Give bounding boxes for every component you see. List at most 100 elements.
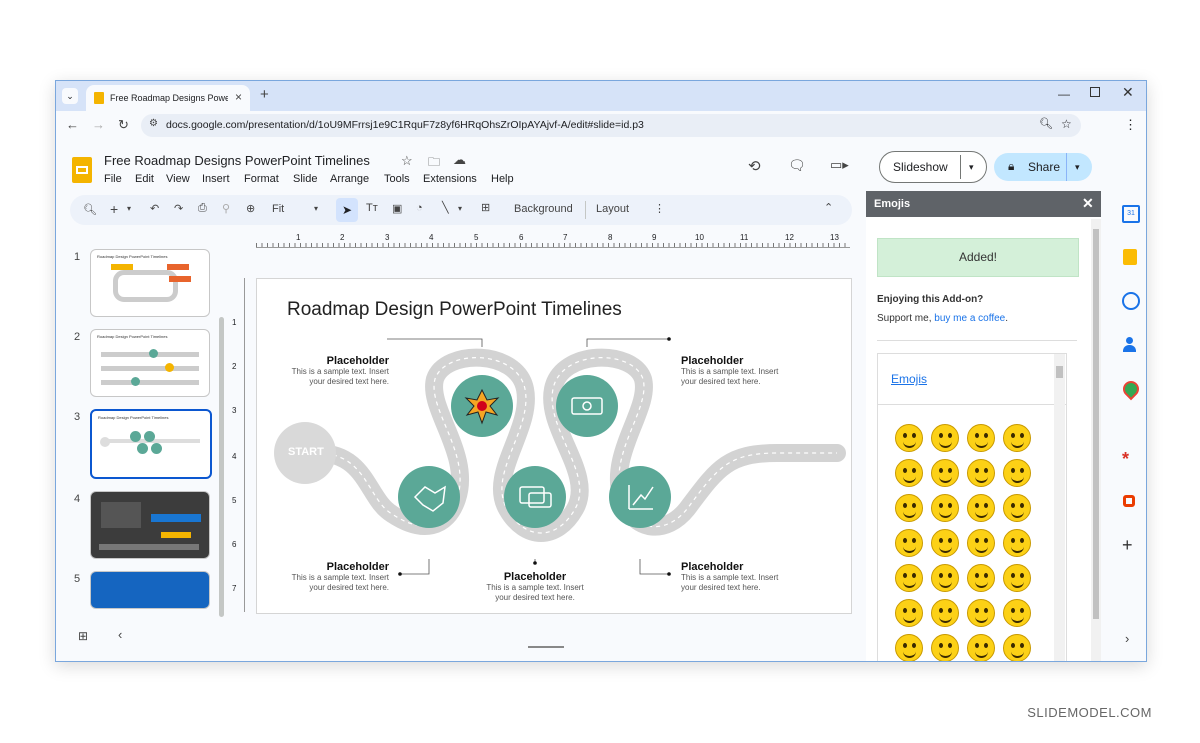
emoji-squinting-tongue-icon[interactable]	[1003, 599, 1031, 627]
placeholder-top-right[interactable]: Placeholder This is a sample text. Inser…	[681, 355, 787, 387]
close-tab-icon[interactable]: ×	[235, 90, 242, 104]
placeholder-bottom-right[interactable]: Placeholder This is a sample text. Inser…	[681, 561, 787, 593]
add-comment-icon[interactable]: ⊞	[481, 201, 490, 214]
comments-icon[interactable]: 🗨	[788, 157, 806, 174]
emoji-slight-smile-icon[interactable]	[895, 494, 923, 522]
emoji-kissing-heart-icon[interactable]	[1003, 529, 1031, 557]
emoji-tongue-icon[interactable]	[895, 599, 923, 627]
slide-thumbnail-5[interactable]	[90, 571, 210, 609]
reload-icon[interactable]: ↻	[118, 117, 129, 133]
panel-scrollbar[interactable]	[1091, 219, 1101, 661]
browser-menu-icon[interactable]: ⋮	[1124, 117, 1137, 133]
emoji-joy-icon[interactable]	[1003, 459, 1031, 487]
paint-format-icon[interactable]: ⚲	[222, 202, 230, 215]
emoji-kissing-closed-eyes-icon[interactable]	[931, 564, 959, 592]
menu-insert[interactable]: Insert	[202, 173, 230, 185]
contacts-icon[interactable]	[1123, 337, 1136, 352]
menu-file[interactable]: File	[104, 173, 122, 185]
line-icon[interactable]: ╲	[442, 201, 449, 214]
placeholder-bottom-left[interactable]: Placeholder This is a sample text. Inser…	[285, 561, 389, 593]
menu-edit[interactable]: Edit	[135, 173, 154, 185]
calendar-icon[interactable]: 31	[1122, 205, 1140, 223]
menu-extensions[interactable]: Extensions	[423, 173, 477, 185]
text-box-icon[interactable]: Tт	[366, 202, 378, 214]
expand-rail-icon[interactable]: ›	[1125, 631, 1129, 646]
star-icon[interactable]: ☆	[401, 153, 413, 169]
tab-search-icon[interactable]: ⌄	[62, 88, 78, 104]
emoji-winking-tongue-icon[interactable]	[931, 599, 959, 627]
placeholder-top-left[interactable]: Placeholder This is a sample text. Inser…	[285, 355, 389, 387]
addon-asterisk-icon[interactable]: *	[1122, 449, 1129, 470]
emoji-relaxed-icon[interactable]	[967, 564, 995, 592]
site-info-icon[interactable]: ⚙	[149, 118, 158, 129]
close-window-icon[interactable]: ✕	[1122, 84, 1134, 101]
buy-coffee-link[interactable]: buy me a coffee	[934, 313, 1005, 324]
forward-icon[interactable]: →	[92, 117, 105, 132]
menu-arrange[interactable]: Arrange	[330, 173, 369, 185]
emoji-grin-icon[interactable]	[1003, 424, 1031, 452]
share-dropdown-icon[interactable]: ▾	[1066, 153, 1080, 181]
placeholder-bottom-center[interactable]: Placeholder This is a sample text. Inser…	[481, 571, 589, 603]
emojis-link[interactable]: Emojis	[891, 372, 927, 386]
grid-view-icon[interactable]: ⊞	[78, 629, 88, 643]
new-slide-icon[interactable]: +	[110, 201, 118, 217]
slide-thumbnail-4[interactable]	[90, 491, 210, 559]
slideshow-dropdown-icon[interactable]: ▾	[960, 155, 974, 179]
new-slide-dropdown-icon[interactable]: ▾	[127, 204, 131, 213]
insert-image-icon[interactable]: ▣	[392, 202, 402, 215]
menu-tools[interactable]: Tools	[384, 173, 410, 185]
menu-slide[interactable]: Slide	[293, 173, 317, 185]
emoji-star-struck-icon[interactable]	[967, 529, 995, 557]
panel-close-icon[interactable]: ✕	[1082, 195, 1094, 212]
bookmark-star-icon[interactable]: ☆	[1061, 117, 1072, 131]
collapse-filmstrip-icon[interactable]: ‹	[118, 627, 122, 642]
omnibox[interactable]: ⚙ docs.google.com/presentation/d/1oU9MFr…	[141, 114, 1081, 137]
emoji-blush-icon[interactable]	[1003, 494, 1031, 522]
emoji-grinning-icon[interactable]	[895, 424, 923, 452]
minimize-icon[interactable]: —	[1058, 87, 1070, 101]
redo-icon[interactable]: ↷	[174, 202, 183, 215]
keep-icon[interactable]	[1123, 249, 1137, 265]
meet-icon[interactable]: ▭▸	[830, 157, 849, 173]
menu-view[interactable]: View	[166, 173, 190, 185]
emoji-wink-icon[interactable]	[967, 494, 995, 522]
office-addon-icon[interactable]	[1123, 495, 1135, 507]
slide-canvas[interactable]: Roadmap Design PowerPoint Timelines STAR…	[256, 278, 852, 614]
menu-format[interactable]: Format	[244, 173, 279, 185]
emoji-heart-eyes-icon[interactable]	[931, 529, 959, 557]
move-folder-icon[interactable]: 🗀	[428, 153, 440, 174]
document-title[interactable]: Free Roadmap Designs PowerPoint Timeline…	[104, 153, 370, 168]
share-button[interactable]: 🔒︎ Share ▾	[994, 153, 1092, 181]
maps-icon[interactable]	[1119, 377, 1143, 401]
emoji-smile-icon[interactable]	[967, 424, 995, 452]
emoji-yum-icon[interactable]	[1003, 564, 1031, 592]
zoom-select[interactable]: Fit	[272, 203, 284, 215]
emoji-innocent-icon[interactable]	[895, 529, 923, 557]
undo-icon[interactable]: ↶	[150, 202, 159, 215]
emoji-hand-over-mouth-icon[interactable]	[967, 634, 995, 661]
emoji-kissing-icon[interactable]	[895, 564, 923, 592]
emoji-rofl-icon[interactable]	[967, 459, 995, 487]
select-tool-icon[interactable]: ➤	[336, 198, 358, 222]
new-tab-icon[interactable]: +	[260, 86, 269, 103]
emoji-upside-down-icon[interactable]	[931, 494, 959, 522]
emoji-shushing-icon[interactable]	[1003, 634, 1031, 661]
speaker-notes-handle[interactable]	[528, 646, 564, 648]
emoji-hugging-icon[interactable]	[931, 634, 959, 661]
slides-logo-icon[interactable]	[72, 157, 92, 183]
cloud-saved-icon[interactable]: ☁	[453, 152, 466, 168]
slide-thumbnail-1[interactable]: Roadmap Design PowerPoint Timelines	[90, 249, 210, 317]
zoom-icon[interactable]: ⊕	[246, 202, 255, 215]
print-icon[interactable]: ⎙	[198, 202, 207, 215]
emoji-money-mouth-icon[interactable]	[895, 634, 923, 661]
search-menus-icon[interactable]: 🔍︎	[83, 203, 97, 216]
collapse-toolbar-icon[interactable]: ⌃	[824, 201, 833, 214]
browser-tab[interactable]: Free Roadmap Designs PowerPoint ×	[86, 85, 250, 111]
emoji-zany-icon[interactable]	[967, 599, 995, 627]
zoom-icon[interactable]: 🔍︎	[1039, 117, 1053, 130]
tasks-icon[interactable]	[1122, 292, 1140, 310]
more-options-icon[interactable]: ⋮	[654, 202, 665, 215]
slide-thumbnail-3-selected[interactable]: Roadmap Design PowerPoint Timelines	[90, 409, 212, 479]
maximize-icon[interactable]	[1090, 87, 1100, 97]
menu-help[interactable]: Help	[491, 173, 514, 185]
